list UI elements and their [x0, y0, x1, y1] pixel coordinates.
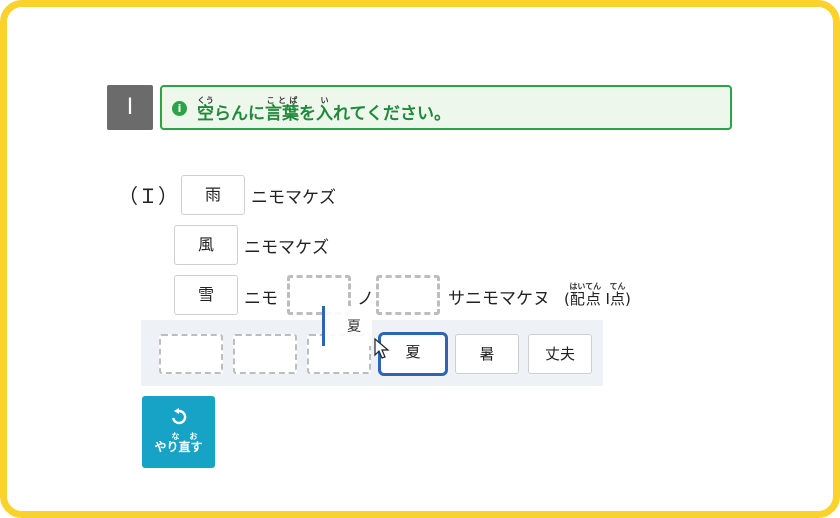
word-box-kaze: 風 — [174, 225, 238, 265]
word-box-yuki: 雪 — [174, 275, 238, 315]
instruction-banner: i 空くうらんに言葉ことばを入いれてください。 — [160, 85, 732, 130]
redo-button[interactable]: やり直すなお — [142, 396, 215, 468]
points-label: (配点はいてん I点てん) — [564, 282, 631, 308]
page-frame — [0, 0, 840, 518]
tray-empty-slot — [159, 334, 223, 374]
choice-chip-joubu[interactable]: 丈夫 — [528, 334, 592, 374]
choice-chip-atsu[interactable]: 暑 — [455, 334, 519, 374]
choice-tray: 夏 暑 丈夫 — [141, 320, 603, 386]
ruby-kotoba: 言葉ことば — [265, 96, 299, 124]
problem-number: （Ｉ） — [118, 184, 178, 208]
word-box-ame: 雨 — [181, 175, 245, 215]
line2-suffix: ニモマケズ — [244, 238, 329, 258]
answer-slot-2[interactable] — [376, 275, 440, 315]
ruby-i: 入い — [316, 96, 333, 124]
line1-suffix: ニモマケズ — [251, 188, 336, 208]
question-number: I — [107, 85, 153, 130]
line3-suffix: サニモマケヌ — [448, 289, 550, 309]
ruby-kuu: 空くう — [197, 96, 214, 124]
line3-nimo: ニモ — [244, 289, 278, 309]
dragging-chip: 夏 — [322, 306, 372, 346]
tray-empty-slot — [233, 334, 297, 374]
mouse-pointer-icon — [374, 338, 390, 359]
info-icon: i — [172, 101, 187, 116]
redo-label: やり直すなお — [154, 432, 203, 454]
instruction-text: 空くうらんに言葉ことばを入いれてください。 — [197, 96, 451, 124]
redo-icon — [172, 408, 187, 425]
